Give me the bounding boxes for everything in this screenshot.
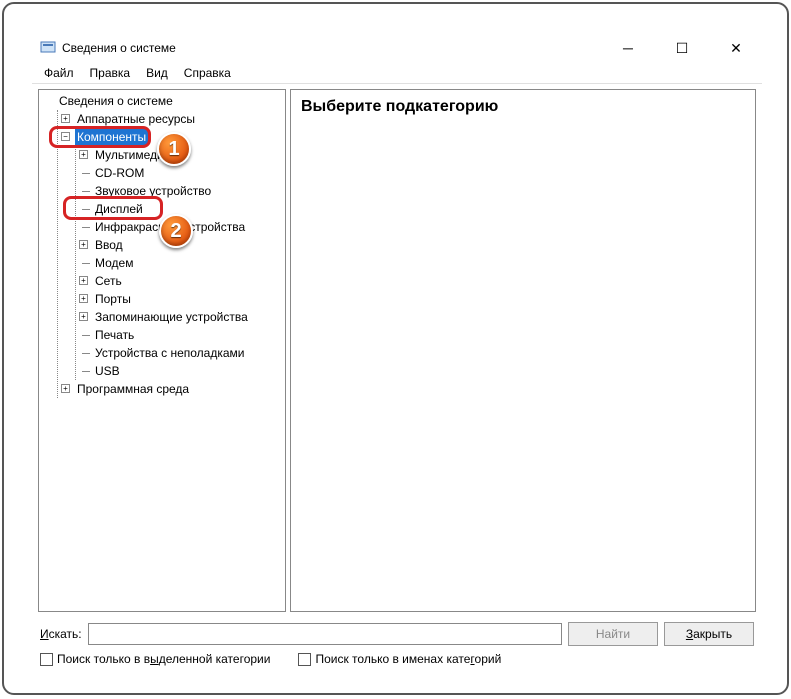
category-tree[interactable]: Сведения о системе + Аппаратные ресурсы … [38,89,286,612]
search-input[interactable] [88,623,562,645]
menubar: Файл Правка Вид Справка [32,62,762,84]
tree-label: Программная среда [75,380,191,398]
details-heading: Выберите подкатегорию [301,98,745,116]
tree-label: CD-ROM [93,164,146,182]
close-search-button[interactable]: Закрыть [664,622,754,646]
titlebar: Сведения о системе ─ ☐ ✕ [32,34,762,62]
tree-item-components[interactable]: − Компоненты + Мультимедиа CD-ROM Звуково… [61,128,283,380]
tree-label: Звуковое устройство [93,182,213,200]
search-bar: Искать: Найти Закрыть Поиск только в выд… [32,616,762,674]
menu-edit[interactable]: Правка [86,64,135,82]
tree-label: USB [93,362,122,380]
tree-label: Печать [93,326,136,344]
find-button[interactable]: Найти [568,622,658,646]
expand-icon[interactable]: + [79,294,88,303]
tree-item-hw-resources[interactable]: + Аппаратные ресурсы [61,110,283,128]
tree-item-printing[interactable]: Печать [79,326,283,344]
tree-label: Сеть [93,272,124,290]
checkbox-label: Поиск только в именах категорий [315,652,501,666]
tree-item-storage[interactable]: + Запоминающие устройства [79,308,283,326]
tree-label: Мультимедиа [93,146,172,164]
search-names-only-checkbox[interactable]: Поиск только в именах категорий [298,652,501,666]
menu-view[interactable]: Вид [142,64,172,82]
tree-label: Компоненты [75,128,148,146]
tree-item-multimedia[interactable]: + Мультимедиа [79,146,283,164]
tree-item-input[interactable]: + Ввод [79,236,283,254]
search-selected-category-checkbox[interactable]: Поиск только в выделенной категории [40,652,270,666]
tree-item-display[interactable]: Дисплей [79,200,283,218]
tree-item-sound[interactable]: Звуковое устройство [79,182,283,200]
tree-label: Сведения о системе [57,92,175,110]
tree-label: Модем [93,254,135,272]
minimize-button[interactable]: ─ [610,40,646,56]
search-label: Искать: [40,627,82,641]
details-pane: Выберите подкатегорию [290,89,756,612]
expand-icon[interactable]: + [79,276,88,285]
tree-item-ports[interactable]: + Порты [79,290,283,308]
tree-item-usb[interactable]: USB [79,362,283,380]
menu-file[interactable]: Файл [40,64,78,82]
tree-label: Запоминающие устройства [93,308,250,326]
tree-label: Аппаратные ресурсы [75,110,197,128]
tree-item-software-env[interactable]: + Программная среда [61,380,283,398]
checkbox-icon [40,653,53,666]
tree-item-modem[interactable]: Модем [79,254,283,272]
menu-help[interactable]: Справка [180,64,235,82]
tree-label: Порты [93,290,133,308]
tree-item-network[interactable]: + Сеть [79,272,283,290]
expand-icon[interactable]: + [61,384,70,393]
tree-item-infrared[interactable]: Инфракрасные устройства [79,218,283,236]
tree-item-cdrom[interactable]: CD-ROM [79,164,283,182]
tree-label: Инфракрасные устройства [93,218,247,236]
window-title: Сведения о системе [62,41,610,55]
tree-label: Устройства с неполадками [93,344,246,362]
maximize-button[interactable]: ☐ [664,40,700,57]
expand-icon[interactable]: + [79,312,88,321]
tree-label: Дисплей [93,200,145,218]
collapse-icon[interactable]: − [61,132,70,141]
expand-icon[interactable]: + [79,150,88,159]
close-button[interactable]: ✕ [718,40,754,57]
checkbox-label: Поиск только в выделенной категории [57,652,270,666]
tree-item-problem-devices[interactable]: Устройства с неполадками [79,344,283,362]
system-info-window: Сведения о системе ─ ☐ ✕ Файл Правка Вид… [32,34,762,674]
expand-icon[interactable]: + [61,114,70,123]
expand-icon[interactable]: + [79,240,88,249]
tree-label: Ввод [93,236,125,254]
tree-root[interactable]: Сведения о системе + Аппаратные ресурсы … [43,92,283,398]
checkbox-icon [298,653,311,666]
app-icon [40,40,56,56]
